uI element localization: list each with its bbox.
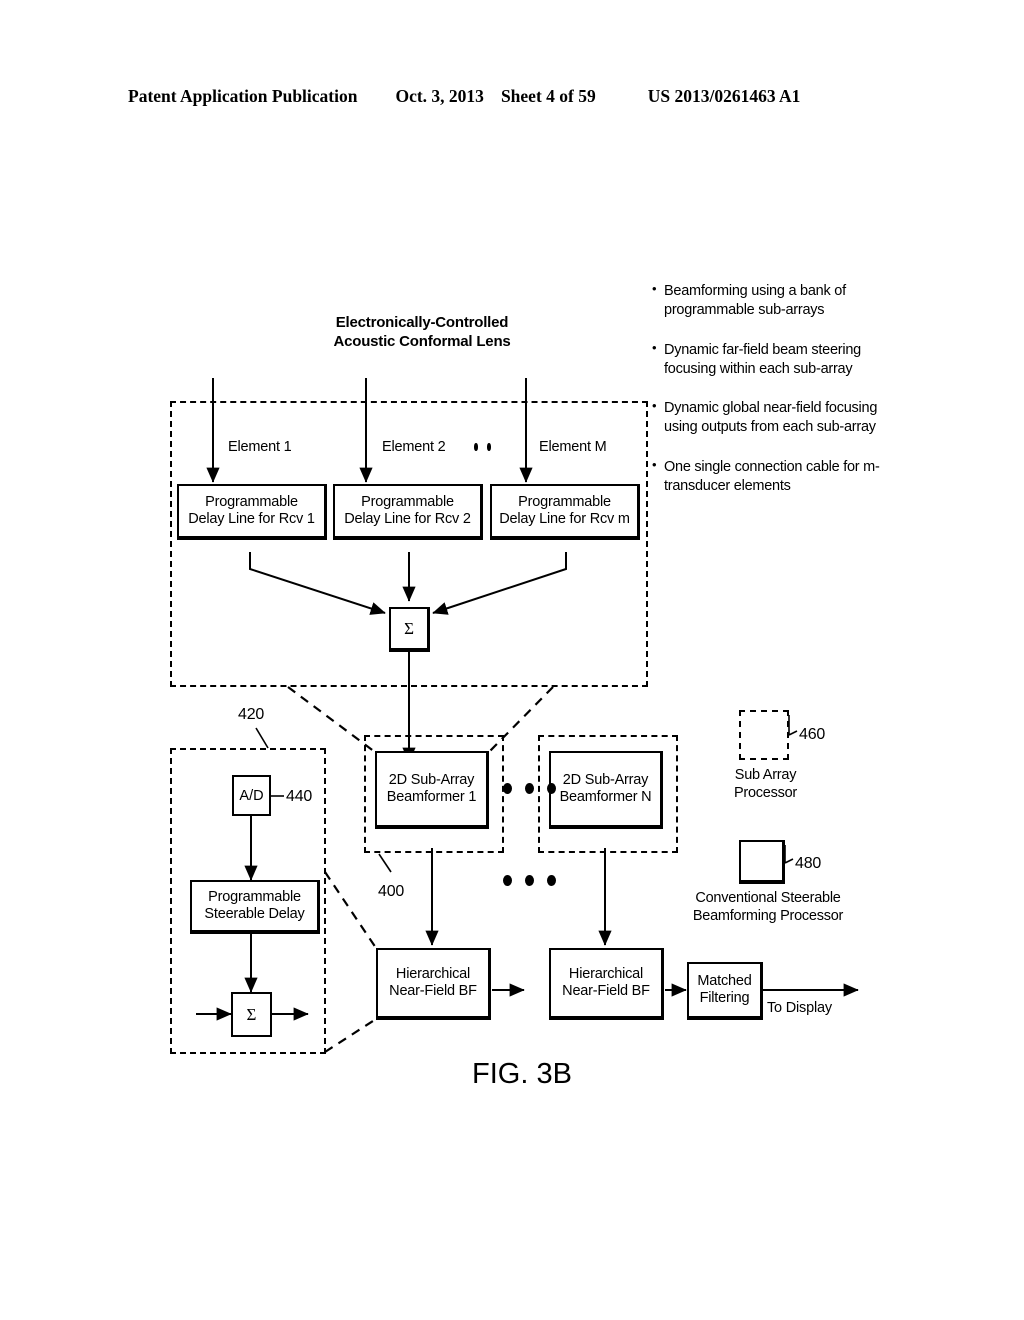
sigma-symbol-bottom: Σ: [246, 1004, 257, 1024]
header-patent-number: US 2013/0261463 A1: [647, 86, 801, 106]
legend-sub-array-line1: Sub Array: [734, 767, 797, 783]
hierarchical-near-field-bf-1: Hierarchical Near-Field BF: [376, 948, 491, 1020]
analog-to-digital-converter: A/D: [232, 775, 271, 816]
delay-line-2-title: Programmable: [361, 494, 454, 511]
legend-conventional-swatch: [739, 840, 785, 884]
header-sheet-number: Sheet 4 of 59: [500, 86, 596, 106]
near-field-bf-2-line2: Near-Field BF: [562, 983, 650, 999]
element-2-label: Element 2: [382, 439, 446, 455]
bullet-item: Dynamic global near-field focusing using…: [652, 398, 900, 437]
near-field-bf-1-line1: Hierarchical: [395, 966, 471, 983]
hierarchical-near-field-bf-2: Hierarchical Near-Field BF: [549, 948, 664, 1020]
subarray-row-ellipsis-icon: [503, 783, 569, 794]
lens-title-line1: Electronically-Controlled: [335, 314, 509, 331]
near-field-bf-2-line1: Hierarchical: [568, 966, 644, 983]
delay-line-2-sub: Delay Line for Rcv 2: [344, 511, 471, 527]
header-publication: Patent Application Publication: [128, 86, 358, 106]
elements-ellipsis-icon: [474, 443, 500, 451]
legend-sub-array-caption: Sub Array Processor: [693, 767, 838, 802]
matched-filtering-line1: Matched: [697, 973, 752, 990]
page-header: Patent Application Publication Oct. 3, 2…: [128, 86, 896, 112]
detail-summation-block: Σ: [231, 992, 272, 1037]
delay-line-1-title: Programmable: [205, 494, 298, 511]
2d-sub-array-beamformer-1: 2D Sub-Array Beamformer 1: [375, 751, 489, 829]
lens-title: Electronically-Controlled Acoustic Confo…: [287, 313, 557, 351]
bullet-item: Beamforming using a bank of programmable…: [652, 281, 900, 320]
lens-summation-block: Σ: [389, 607, 430, 652]
legend-sub-array-swatch: [739, 710, 789, 760]
bullet-item: One single connection cable for m-transd…: [652, 457, 900, 496]
delay-line-1-sub: Delay Line for Rcv 1: [188, 511, 315, 527]
ref-440-label: 440: [286, 788, 313, 805]
ad-label: A/D: [239, 787, 264, 804]
legend-conventional-caption: Conventional Steerable Beamforming Proce…: [678, 890, 858, 925]
ref-400-label: 400: [378, 883, 405, 900]
lens-title-line2: Acoustic Conformal Lens: [333, 333, 511, 351]
delay-line-m-title: Programmable: [518, 494, 611, 511]
element-m-label: Element M: [539, 439, 607, 455]
legend-conventional-line2: Beamforming Processor: [692, 907, 844, 924]
feature-bullet-list: Beamforming using a bank of programmable…: [652, 281, 900, 517]
ref-480-label: 480: [795, 855, 822, 872]
sigma-symbol-top: Σ: [404, 618, 414, 638]
bullet-item: Dynamic far-field beam steering focusing…: [652, 340, 900, 379]
ref-420-label: 420: [238, 706, 265, 723]
beamformer-1-line2: Beamformer 1: [386, 789, 477, 805]
programmable-delay-line-1: Programmable Delay Line for Rcv 1: [177, 484, 327, 540]
near-field-bf-1-line2: Near-Field BF: [389, 983, 477, 999]
steerable-delay-line2: Steerable Delay: [204, 906, 305, 922]
element-1-label: Element 1: [228, 439, 292, 455]
legend-conventional-line1: Conventional Steerable: [695, 890, 841, 906]
programmable-steerable-delay: Programmable Steerable Delay: [190, 880, 320, 934]
to-display-label: To Display: [767, 1000, 832, 1016]
legend-sub-array-line2: Processor: [733, 784, 798, 801]
ref-460-label: 460: [799, 726, 826, 743]
steerable-delay-line1: Programmable: [208, 889, 301, 906]
matched-filtering-line2: Filtering: [699, 990, 750, 1006]
figure-caption: FIG. 3B: [472, 1058, 572, 1090]
delay-line-m-sub: Delay Line for Rcv m: [499, 511, 630, 527]
matched-filtering-block: Matched Filtering: [687, 962, 763, 1020]
programmable-delay-line-m: Programmable Delay Line for Rcv m: [490, 484, 640, 540]
programmable-delay-line-2: Programmable Delay Line for Rcv 2: [333, 484, 483, 540]
beamformer-n-line1: 2D Sub-Array: [562, 772, 649, 789]
beamformer-n-line2: Beamformer N: [559, 789, 652, 805]
header-date: Oct. 3, 2013: [395, 86, 484, 106]
subarray-column-ellipsis-icon: [503, 875, 569, 886]
beamformer-1-line1: 2D Sub-Array: [388, 772, 475, 789]
